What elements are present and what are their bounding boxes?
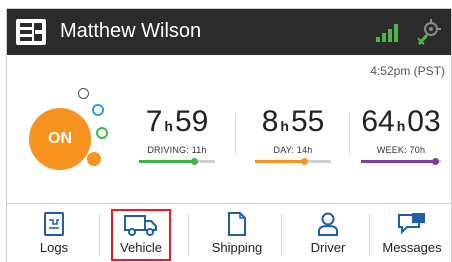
nav-shipping[interactable]: Shipping	[191, 204, 283, 262]
truck-icon	[124, 215, 157, 236]
current-time: 4:52pm (PST)	[370, 64, 445, 78]
divider	[281, 214, 282, 256]
divider	[188, 214, 189, 256]
gps-icon[interactable]	[415, 18, 443, 46]
nav-messages-label: Messages	[382, 240, 442, 255]
app-logo-icon	[16, 19, 46, 45]
driver-name: Matthew Wilson	[60, 20, 202, 42]
nav-driver-label: Driver	[310, 240, 346, 255]
duty-status-dot	[78, 88, 89, 99]
driving-timer: 7 h59 DRIVING: 11h	[127, 105, 227, 165]
nav-vehicle[interactable]: Vehicle	[111, 209, 171, 261]
duty-status-button[interactable]: ON	[29, 108, 91, 170]
message-icon	[398, 213, 425, 235]
divider	[349, 113, 350, 155]
driving-time: 7 h59	[145, 105, 209, 138]
driving-progress-bar	[139, 158, 215, 165]
day-timer: 8 h55 DAY: 14h	[243, 105, 343, 165]
day-progress-bar	[255, 158, 331, 165]
nav-shipping-label: Shipping	[211, 240, 263, 255]
week-progress-bar	[361, 158, 441, 165]
duty-status-dot	[87, 152, 101, 166]
nav-vehicle-label: Vehicle	[120, 240, 162, 255]
nav-logs[interactable]: Logs	[11, 204, 97, 262]
week-limit-label: WEEK: 70h	[376, 145, 426, 155]
driving-limit-label: DRIVING: 11h	[147, 145, 207, 155]
app-frame: Matthew Wilson 4:52pm (PST) ON 7 h59 DRIV…	[6, 8, 452, 262]
divider	[369, 214, 370, 256]
signal-strength-icon	[376, 24, 400, 42]
nav-messages[interactable]: Messages	[371, 204, 452, 262]
week-timer: 64 h03 WEEK: 70h	[353, 105, 449, 165]
nav-logs-label: Logs	[39, 240, 69, 255]
person-icon	[318, 212, 338, 236]
bottom-nav: Logs Vehicle Shipping Driver Messages	[7, 203, 451, 262]
nav-driver[interactable]: Driver	[283, 204, 373, 262]
logs-icon	[44, 212, 64, 236]
document-icon	[228, 212, 246, 236]
day-limit-label: DAY: 14h	[273, 145, 313, 155]
header-bar: Matthew Wilson	[7, 9, 451, 55]
day-time: 8 h55	[261, 105, 325, 138]
divider	[235, 113, 236, 155]
duty-status-dot	[92, 104, 104, 116]
duty-status-dot	[96, 127, 108, 139]
divider	[99, 214, 100, 256]
week-time: 64 h03	[361, 105, 441, 138]
